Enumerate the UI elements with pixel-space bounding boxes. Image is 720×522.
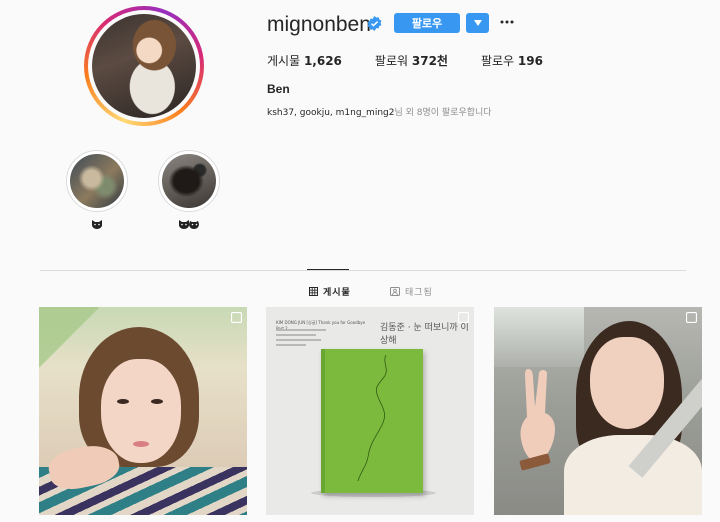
followed-by-text[interactable]: ksh37, gookju, m1ng_ming2님 외 8명이 팔로우합니다 [267,105,492,118]
profile-stats: 게시물 1,626 팔로워 372천 팔로우 196 [267,52,576,69]
cat-and-dog-face-emoji-icon [179,220,199,229]
more-horizontal-icon [500,20,514,24]
story-highlight[interactable] [65,150,129,231]
post-thumbnail[interactable] [39,307,247,515]
profile-avatar-ring[interactable] [84,6,204,126]
multiple-photos-icon [686,312,697,323]
followed-by-names: ksh37, gookju, m1ng_ming2 [267,108,395,118]
active-tab-indicator [307,269,349,270]
more-options-button[interactable] [499,14,515,30]
tab-tagged[interactable]: 태그됨 [390,285,433,298]
highlight-label [65,219,129,231]
highlight-label [157,219,221,231]
profile-avatar [92,14,196,118]
followed-by-suffix: 님 외 8명이 팔로우합니다 [394,108,492,118]
multiple-photos-icon [231,312,242,323]
verified-badge-icon [367,16,382,31]
posts-count: 게시물 1,626 [267,54,342,68]
highlight-cover [70,154,124,208]
profile-full-name: Ben [267,82,290,96]
story-highlight[interactable] [157,150,221,231]
album-title-text: 김동준 · 눈 떠보니까 이상해 [380,323,469,346]
grid-icon [309,287,318,296]
profile-username: mignonben [267,13,371,36]
followers-link[interactable]: 팔로워 372천 [375,52,448,69]
cat-face-emoji-icon [92,220,102,229]
following-link[interactable]: 팔로우 196 [481,52,543,69]
tagged-portrait-icon [390,287,400,296]
v-sign-hand [520,369,555,463]
highlight-cover [162,154,216,208]
multiple-photos-icon [458,312,469,323]
triangle-down-icon [473,20,482,26]
tab-posts[interactable]: 게시물 [309,285,351,298]
suggestions-dropdown-button[interactable] [466,13,489,33]
post-thumbnail[interactable] [494,307,702,515]
follow-button[interactable]: 팔로우 [394,13,460,33]
tabs-divider [40,270,686,271]
post-thumbnail[interactable]: KIM DONG JUN [싱글] Thank you for Goodbye … [266,307,474,515]
